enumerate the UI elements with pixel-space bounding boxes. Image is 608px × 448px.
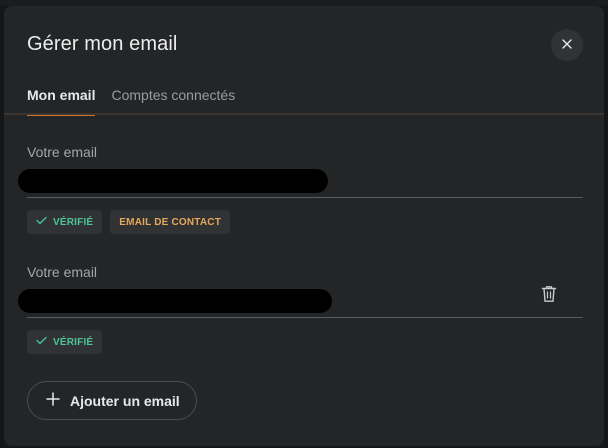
email-entry-1: Votre email VÉRIFIÉ EMAIL DE CONTACT <box>18 144 583 238</box>
tabs-divider <box>4 113 604 115</box>
add-email-label: Ajouter un email <box>70 392 180 409</box>
tabs: Mon email Comptes connectés <box>27 86 235 116</box>
dialog-title: Gérer mon email <box>27 33 178 55</box>
email-value-redacted <box>18 169 328 193</box>
email-badges: VÉRIFIÉ EMAIL DE CONTACT <box>27 210 231 234</box>
verified-badge-label: VÉRIFIÉ <box>53 216 94 228</box>
email-badges: VÉRIFIÉ <box>27 330 103 354</box>
email-label: Votre email <box>27 144 98 160</box>
manage-email-dialog: Gérer mon email Mon email Comptes connec… <box>4 6 604 446</box>
add-email-button[interactable]: Ajouter un email <box>27 381 197 420</box>
verified-badge-label: VÉRIFIÉ <box>53 336 94 348</box>
plus-icon <box>46 392 60 409</box>
delete-email-button[interactable] <box>541 285 559 303</box>
close-icon <box>562 36 572 54</box>
email-underline <box>27 317 583 318</box>
tab-mon-email[interactable]: Mon email <box>27 86 96 116</box>
close-button[interactable] <box>551 29 583 61</box>
email-label: Votre email <box>27 264 98 280</box>
email-entry-2: Votre email VÉRIFIÉ <box>18 264 583 358</box>
email-underline <box>27 197 583 198</box>
check-icon <box>36 216 47 228</box>
tab-comptes-connectes[interactable]: Comptes connectés <box>111 86 235 116</box>
verified-badge: VÉRIFIÉ <box>27 330 103 354</box>
verified-badge: VÉRIFIÉ <box>27 210 103 234</box>
trash-icon <box>541 286 557 307</box>
check-icon <box>36 336 47 348</box>
contact-email-badge: EMAIL DE CONTACT <box>110 210 231 234</box>
contact-badge-label: EMAIL DE CONTACT <box>119 216 222 228</box>
email-value-redacted <box>18 289 332 313</box>
